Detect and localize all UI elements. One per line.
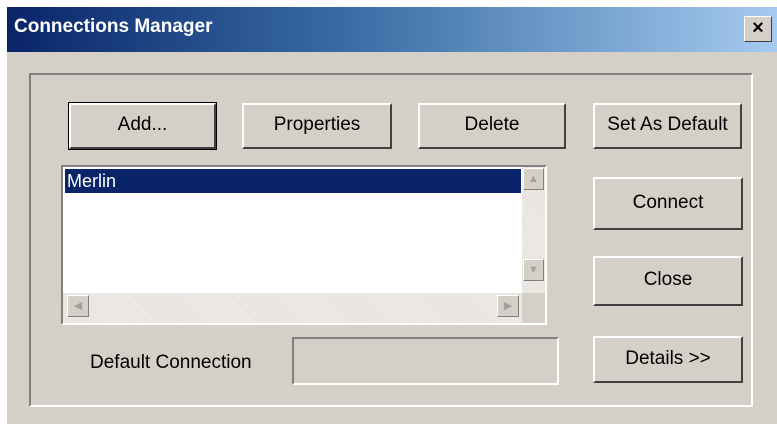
- close-button-label: Close: [643, 269, 693, 290]
- scroll-down-button[interactable]: ▼: [523, 259, 544, 281]
- properties-button-label: Properties: [273, 114, 361, 135]
- connection-name: Merlin: [67, 171, 117, 191]
- connections-listbox[interactable]: Merlin ▲ ▼ ◀ ▶: [61, 165, 547, 325]
- arrow-left-icon: ◀: [73, 300, 83, 312]
- add-button-label: Add...: [117, 114, 168, 135]
- connect-button-label: Connect: [632, 192, 704, 213]
- scroll-up-button[interactable]: ▲: [523, 168, 544, 190]
- arrow-up-icon: ▲: [528, 173, 539, 185]
- close-window-button[interactable]: ×: [744, 16, 772, 42]
- vertical-scrollbar[interactable]: ▲ ▼: [522, 167, 545, 293]
- properties-button[interactable]: Properties: [242, 103, 392, 149]
- close-icon: ×: [752, 17, 764, 39]
- close-button[interactable]: Close: [593, 256, 743, 306]
- connect-button[interactable]: Connect: [593, 177, 743, 230]
- arrow-down-icon: ▼: [528, 264, 539, 276]
- default-connection-label: Default Connection: [90, 352, 252, 373]
- set-as-default-button-label: Set As Default: [607, 114, 728, 135]
- details-button-label: Details >>: [625, 348, 711, 369]
- scroll-right-button[interactable]: ▶: [497, 295, 519, 317]
- title-bar[interactable]: Connections Manager ×: [7, 7, 777, 52]
- delete-button-label: Delete: [464, 114, 520, 135]
- details-button[interactable]: Details >>: [593, 336, 743, 383]
- delete-button[interactable]: Delete: [418, 103, 566, 149]
- scrollbar-corner: [522, 293, 545, 323]
- horizontal-scrollbar[interactable]: ◀ ▶: [63, 293, 522, 323]
- window-title: Connections Manager: [14, 16, 213, 37]
- add-button[interactable]: Add...: [68, 102, 217, 150]
- scroll-left-button[interactable]: ◀: [67, 295, 89, 317]
- list-item[interactable]: Merlin: [65, 169, 521, 193]
- default-connection-field: [292, 337, 559, 385]
- set-as-default-button[interactable]: Set As Default: [593, 103, 742, 149]
- arrow-right-icon: ▶: [503, 300, 513, 312]
